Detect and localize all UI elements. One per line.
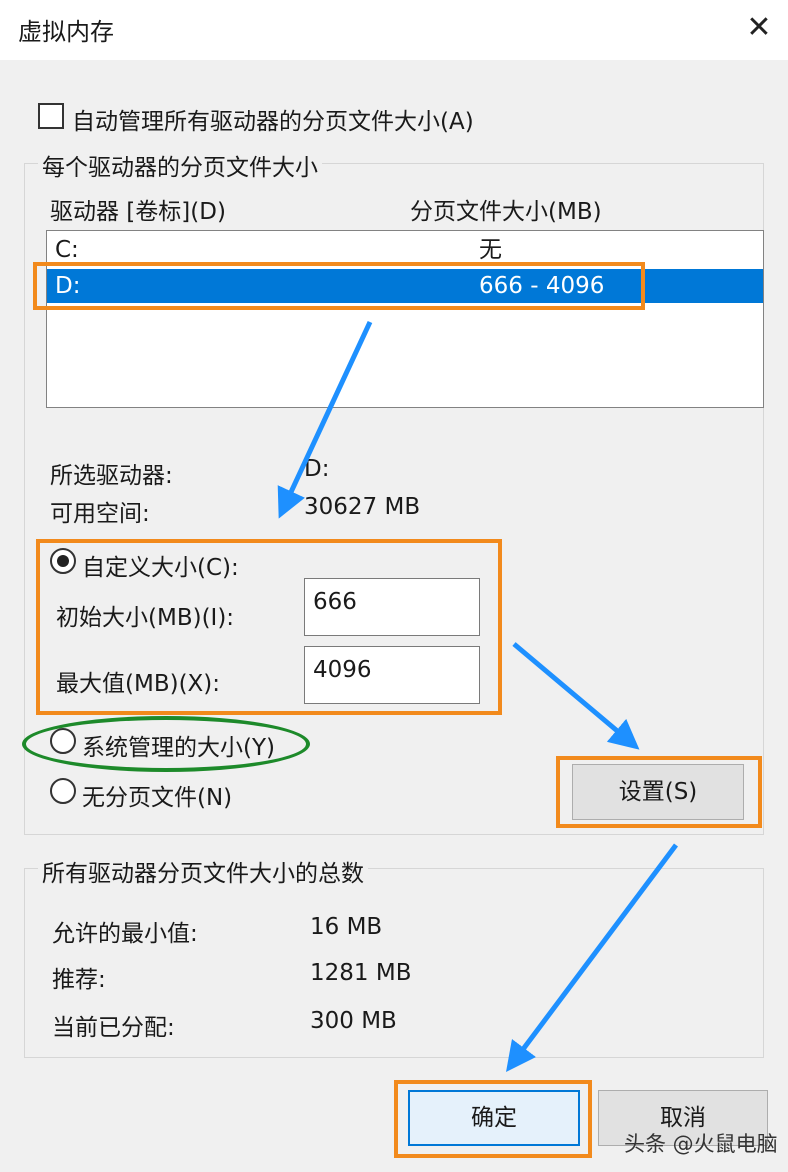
close-icon[interactable]: ✕ [742,10,776,46]
auto-manage-checkbox[interactable] [38,103,64,129]
current-allocated-label: 当前已分配: [52,1015,175,1041]
auto-manage-label: 自动管理所有驱动器的分页文件大小(A) [72,109,474,135]
totals-legend: 所有驱动器分页文件大小的总数 [38,854,368,888]
highlight-system-managed [22,716,310,772]
per-drive-legend: 每个驱动器的分页文件大小 [38,148,322,182]
title-bar [0,0,788,60]
free-space-value: 30627 MB [304,494,421,520]
highlight-ok-button [394,1080,592,1158]
window-title: 虚拟内存 [18,18,114,46]
recommended-value: 1281 MB [310,960,412,986]
min-size-label: 允许的最小值: [52,921,198,947]
current-allocated-value: 300 MB [310,1008,397,1034]
column-header-size[interactable]: 分页文件大小(MB) [410,192,602,226]
highlight-selected-drive [33,262,645,310]
recommended-label: 推荐: [52,967,106,993]
no-paging-radio[interactable] [50,778,76,804]
highlight-custom-size [36,539,502,715]
free-space-label: 可用空间: [50,501,150,527]
drive-list[interactable]: C: 无 D: 666 - 4096 [46,230,764,408]
selected-drive-value: D: [304,456,330,482]
column-header-drive[interactable]: 驱动器 [卷标](D) [50,192,226,226]
watermark: 头条 @火鼠电脑 [624,1132,778,1156]
selected-drive-label: 所选驱动器: [50,463,173,489]
no-paging-label: 无分页文件(N) [82,785,233,811]
highlight-set-button [556,756,762,828]
min-size-value: 16 MB [310,914,383,940]
